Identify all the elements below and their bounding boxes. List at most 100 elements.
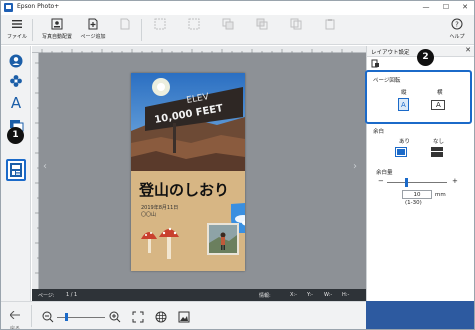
height-value: H:- bbox=[342, 292, 350, 298]
portrait-label: 縦 bbox=[401, 90, 407, 96]
layout-settings-button[interactable] bbox=[6, 159, 26, 181]
zoom-in-icon[interactable] bbox=[109, 311, 121, 323]
add-page-button[interactable]: ページ追加 bbox=[78, 15, 108, 45]
back-arrow-icon bbox=[9, 310, 20, 320]
zoom-out-icon[interactable] bbox=[42, 311, 54, 323]
svg-text:?: ? bbox=[455, 21, 459, 29]
hiker-photo[interactable] bbox=[207, 223, 239, 255]
fit-to-window-icon[interactable] bbox=[132, 311, 144, 323]
file-button[interactable]: ファイル bbox=[6, 15, 28, 45]
margin-slider-track[interactable] bbox=[387, 182, 447, 183]
align-button[interactable] bbox=[147, 15, 173, 45]
bottom-bar: 戻る bbox=[1, 301, 366, 329]
landscape-button[interactable]: A bbox=[431, 100, 445, 110]
grid-icon[interactable] bbox=[155, 311, 167, 323]
margin-range: (1-30) bbox=[405, 200, 422, 206]
delete-page-icon bbox=[120, 18, 130, 30]
margin-label: 余白 bbox=[373, 129, 385, 135]
callout-badge-2: 2 bbox=[417, 49, 434, 66]
mushroom-stamp[interactable] bbox=[139, 221, 179, 263]
copy-button[interactable] bbox=[283, 15, 309, 45]
bring-front-button[interactable] bbox=[215, 15, 241, 45]
page-count: 1 / 1 bbox=[66, 292, 78, 298]
help-icon: ? bbox=[451, 18, 463, 30]
next-page-arrow[interactable]: › bbox=[353, 161, 357, 172]
maximize-button[interactable]: ☐ bbox=[436, 1, 456, 15]
landscape-label: 横 bbox=[437, 90, 443, 96]
layout-settings-icon bbox=[10, 163, 22, 177]
paste-button[interactable] bbox=[317, 15, 343, 45]
panel-title: レイアウト設定 bbox=[371, 50, 410, 56]
distribute-button[interactable] bbox=[181, 15, 207, 45]
margin-off-label: なし bbox=[433, 139, 445, 145]
delete-page-button[interactable] bbox=[113, 15, 137, 45]
landscape-a-icon: A bbox=[436, 101, 441, 109]
align-icon bbox=[154, 18, 166, 30]
toolbar: ファイル 写真自動配置 ページ追加 ? ヘルプ bbox=[1, 15, 474, 45]
toolbar-divider bbox=[32, 19, 33, 41]
margin-off-button[interactable] bbox=[431, 147, 443, 157]
send-back-icon bbox=[256, 18, 268, 30]
paste-icon bbox=[325, 19, 335, 30]
close-window-button[interactable]: ✕ bbox=[455, 1, 474, 15]
portrait-button[interactable]: A bbox=[398, 98, 409, 111]
margin-decrease-button[interactable]: − bbox=[378, 177, 384, 185]
horizontal-ruler bbox=[32, 46, 366, 53]
hamburger-menu-icon bbox=[12, 20, 22, 28]
margin-unit: mm bbox=[435, 192, 446, 198]
app-window: Epson Photo+ — ☐ ✕ ファイル 写真自動配置 ページ追加 ? ヘ… bbox=[0, 0, 475, 330]
page-orientation-section: ページ回転 縦 横 A A bbox=[365, 70, 472, 124]
page-date-text[interactable]: 2019年8月11日 bbox=[141, 204, 178, 211]
previous-page-arrow[interactable]: ‹ bbox=[43, 161, 47, 172]
margin-slider-thumb[interactable] bbox=[405, 178, 408, 187]
left-sidebar: A bbox=[1, 46, 31, 301]
text-icon[interactable]: A bbox=[8, 94, 24, 110]
width-value: W:- bbox=[324, 292, 333, 298]
page-location-text[interactable]: 〇〇山 bbox=[141, 211, 156, 218]
bottom-divider bbox=[31, 305, 32, 327]
callout-badge-1: 1 bbox=[7, 127, 24, 144]
margin-on-button[interactable] bbox=[395, 147, 407, 157]
photo-layout-icon bbox=[51, 18, 63, 30]
window-title: Epson Photo+ bbox=[17, 3, 60, 10]
portrait-a-icon: A bbox=[401, 101, 406, 109]
margin-increase-button[interactable]: + bbox=[452, 177, 458, 185]
help-button[interactable]: ? ヘルプ bbox=[445, 15, 469, 45]
zoom-slider-thumb[interactable] bbox=[65, 313, 68, 321]
margin-amount-label: 余白量 bbox=[376, 170, 393, 176]
app-icon bbox=[4, 3, 13, 12]
title-bar: Epson Photo+ — ☐ ✕ bbox=[1, 1, 474, 15]
margin-value-input[interactable]: 10 bbox=[402, 190, 432, 199]
distribute-icon bbox=[188, 18, 200, 30]
status-bar: ページ: 1 / 1 情報: X:- Y:- W:- H:- bbox=[32, 289, 366, 301]
stamp-flower-icon[interactable] bbox=[8, 73, 24, 89]
page-preview[interactable]: ELEV 10,000 FEET 登山のしおり 2019年8月11日 〇〇山 bbox=[131, 73, 245, 271]
margin-on-label: あり bbox=[399, 139, 411, 145]
svg-text:A: A bbox=[11, 94, 22, 110]
y-coordinate: Y:- bbox=[307, 292, 313, 298]
file-label: ファイル bbox=[6, 34, 27, 40]
mountain-sign-photo[interactable]: ELEV 10,000 FEET bbox=[131, 73, 245, 171]
add-page-icon bbox=[88, 18, 98, 30]
page-title-text[interactable]: 登山のしおり bbox=[139, 179, 229, 200]
bring-front-icon bbox=[222, 18, 234, 30]
send-back-button[interactable] bbox=[249, 15, 275, 45]
minimize-button[interactable]: — bbox=[416, 1, 436, 15]
info-label: 情報: bbox=[259, 293, 271, 299]
add-page-label: ページ追加 bbox=[80, 34, 106, 40]
auto-layout-button[interactable]: 写真自動配置 bbox=[37, 15, 77, 45]
horizontal-ruler-ticks bbox=[41, 49, 353, 53]
auto-layout-label: 写真自動配置 bbox=[41, 34, 72, 40]
page-settings-icon bbox=[371, 59, 379, 68]
help-label: ヘルプ bbox=[449, 34, 465, 40]
page-label: ページ: bbox=[38, 293, 55, 299]
back-button[interactable]: 戻る bbox=[4, 304, 26, 330]
close-panel-icon[interactable]: ✕ bbox=[465, 46, 471, 54]
toolbar-divider bbox=[141, 19, 142, 41]
panel-footer bbox=[366, 301, 474, 329]
back-label: 戻る bbox=[9, 326, 20, 330]
x-coordinate: X:- bbox=[290, 292, 297, 298]
person-icon[interactable] bbox=[8, 53, 24, 69]
image-icon[interactable] bbox=[178, 311, 190, 323]
vertical-ruler-ticks bbox=[35, 62, 39, 274]
